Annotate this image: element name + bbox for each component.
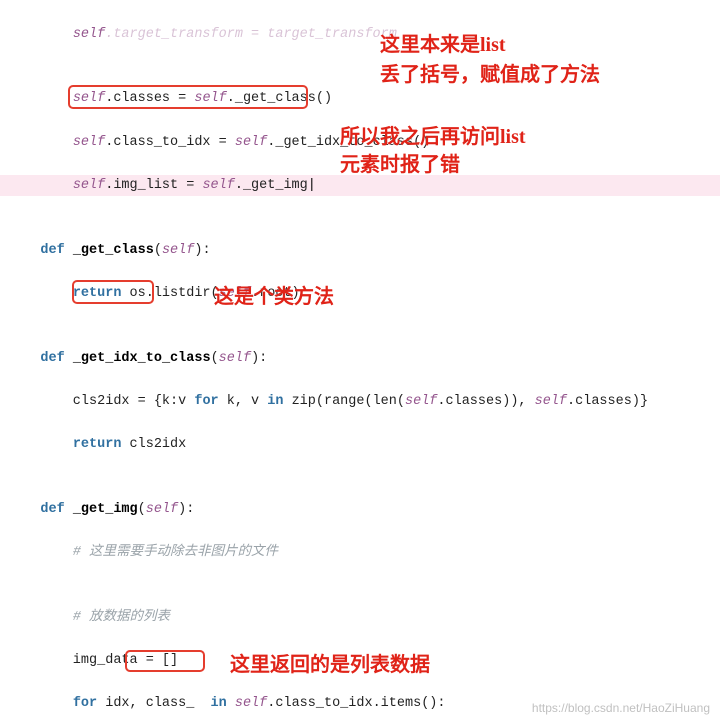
indent: [8, 437, 73, 452]
self-kw: self: [146, 502, 178, 517]
paren: (: [138, 502, 146, 517]
paren: (: [211, 351, 219, 366]
code-text: img_data = []: [8, 653, 178, 668]
code-text: k, v: [219, 394, 268, 409]
code-text: cls2idx = {k:v: [8, 394, 194, 409]
indent: [8, 696, 73, 711]
code-text: .class_to_idx.items():: [267, 696, 445, 711]
self-kw: self: [219, 351, 251, 366]
code-text: .img_list =: [105, 178, 202, 193]
self-kw: self: [235, 135, 267, 150]
code-text: .root): [251, 286, 300, 301]
indent: [8, 545, 73, 560]
comment: # 放数据的列表: [73, 610, 170, 625]
self-kw: self: [202, 178, 234, 193]
in-kw: in: [211, 696, 227, 711]
def-kw: def: [40, 502, 64, 517]
self-kw: self: [73, 91, 105, 106]
code-text: ._get_class(): [227, 91, 332, 106]
indent: [8, 286, 73, 301]
code-text: .target_transform = target_transform: [105, 27, 397, 42]
code-text: idx, class_: [97, 696, 210, 711]
comment: # 这里需要手动除去非图片的文件: [73, 545, 278, 560]
code-text: ._get_img: [235, 178, 308, 193]
code-text: os.listdir(: [121, 286, 218, 301]
def-kw: def: [40, 243, 64, 258]
self-kw: self: [162, 243, 194, 258]
indent: [8, 502, 40, 517]
indent: [8, 178, 73, 193]
indent: [8, 27, 73, 42]
code-text: cls2idx: [121, 437, 186, 452]
return-kw: return: [73, 286, 122, 301]
code-text: .classes =: [105, 91, 194, 106]
code-text: .classes)),: [437, 394, 534, 409]
paren: ):: [251, 351, 267, 366]
code-text: zip(range(len(: [283, 394, 405, 409]
def-kw: def: [40, 351, 64, 366]
code-text: .class_to_idx =: [105, 135, 235, 150]
indent: [8, 243, 40, 258]
for-kw: for: [194, 394, 218, 409]
return-kw: return: [73, 437, 122, 452]
self-kw: self: [235, 696, 267, 711]
space: [65, 351, 73, 366]
code-text: .classes)}: [567, 394, 648, 409]
self-kw: self: [219, 286, 251, 301]
paren: (: [154, 243, 162, 258]
for-kw: for: [73, 696, 97, 711]
space: [227, 696, 235, 711]
paren: ):: [178, 502, 194, 517]
self-kw: self: [194, 91, 226, 106]
self-kw: self: [535, 394, 567, 409]
self-kw: self: [73, 135, 105, 150]
code-text: ._get_idx_to_class(): [267, 135, 429, 150]
indent: [8, 610, 73, 625]
space: [65, 502, 73, 517]
in-kw: in: [267, 394, 283, 409]
func-name: _get_idx_to_class: [73, 351, 211, 366]
func-name: _get_img: [73, 502, 138, 517]
watermark: https://blog.csdn.net/HaoZiHuang: [532, 701, 710, 715]
space: [65, 243, 73, 258]
indent: [8, 351, 40, 366]
self-kw: self: [73, 178, 105, 193]
indent: [8, 135, 73, 150]
self-kw: self: [405, 394, 437, 409]
func-name: _get_class: [73, 243, 154, 258]
indent: [8, 91, 73, 106]
paren: ):: [194, 243, 210, 258]
self-kw: self: [73, 27, 105, 42]
code-block: self.target_transform = target_transform…: [0, 0, 720, 721]
